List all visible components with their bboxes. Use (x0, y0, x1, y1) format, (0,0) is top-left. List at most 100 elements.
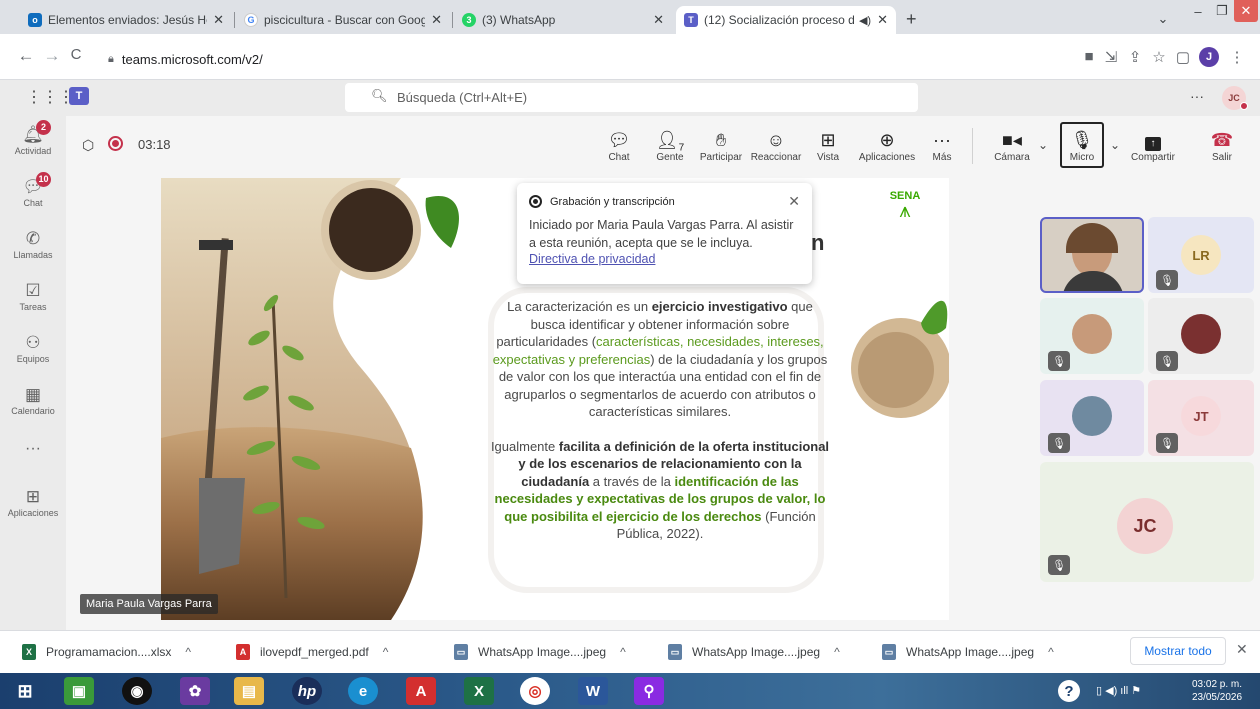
chrome-icon[interactable]: ◎ (520, 677, 550, 705)
profile-avatar[interactable]: J (1199, 47, 1219, 67)
menu-icon[interactable]: ⋮ (1226, 48, 1248, 66)
rail-calendar[interactable]: ▦ Calendario (0, 384, 66, 416)
show-all-downloads-button[interactable]: Mostrar todo (1130, 637, 1226, 665)
rail-tasks[interactable]: ☑ Tareas (0, 280, 66, 312)
search-magnifier-icon[interactable]: ⚲ (634, 677, 664, 705)
button-label: Chat (608, 152, 630, 163)
rail-label: Chat (23, 198, 43, 208)
view-button[interactable]: ⊞ Vista (812, 128, 844, 163)
search-input[interactable]: 🔍︎ Búsqueda (Ctrl+Alt+E) (345, 83, 918, 112)
participant-tile-3[interactable]: 🎙︎ (1040, 298, 1144, 374)
slide-text-segment: Igualmente (490, 438, 559, 454)
rail-label: Tareas (19, 302, 47, 312)
close-icon[interactable]: ✕ (1236, 641, 1248, 658)
reload-icon[interactable]: C (64, 46, 88, 63)
tab-teams-active[interactable]: T (12) Socialización proceso de ◀) ✕ (676, 6, 896, 34)
download-item[interactable]: A ilovepdf_merged.pdf ^ (236, 641, 388, 663)
chevron-up-icon[interactable]: ^ (620, 645, 626, 659)
share-button[interactable]: ↑ Compartir (1124, 128, 1182, 163)
teams-logo: T (69, 87, 89, 105)
acrobat-icon[interactable]: A (406, 677, 436, 705)
system-tray-icons[interactable]: ▯ ◀) ıll ⚑ (1096, 684, 1141, 697)
camera-button[interactable]: ■◂ Cámara (992, 128, 1032, 163)
rail-calls[interactable]: ✆ Llamadas (0, 228, 66, 260)
rail-teams[interactable]: ⚇ Equipos (0, 332, 66, 364)
bookmark-star-icon[interactable]: ☆ (1148, 48, 1170, 66)
edge-icon[interactable]: e (348, 677, 378, 705)
hp-icon[interactable]: hp (292, 677, 322, 705)
camera-in-use-icon[interactable]: ■ (1078, 48, 1100, 65)
recording-icon (529, 195, 542, 208)
participant-tile-jt[interactable]: JT 🎙︎ (1148, 380, 1254, 456)
app-launcher-icon[interactable]: ⋮⋮⋮ (26, 87, 74, 107)
maximize-icon[interactable]: ❐ (1210, 0, 1234, 22)
close-icon[interactable]: ✕ (213, 12, 224, 28)
meeting-timer: 03:18 (138, 137, 171, 152)
mic-options-chevron-icon[interactable]: ⌄ (1110, 138, 1120, 152)
side-panel-icon[interactable]: ▢ (1172, 48, 1194, 66)
chevron-up-icon[interactable]: ^ (834, 645, 840, 659)
install-app-icon[interactable]: ⇲ (1100, 48, 1122, 66)
participant-tile-jc[interactable]: JC 🎙︎ (1040, 462, 1254, 582)
apps-button[interactable]: ⊕ Aplicaciones (856, 128, 918, 163)
slide-paragraph-2: Igualmente facilita a definición de la o… (490, 438, 830, 543)
store-icon[interactable]: ▣ (64, 677, 94, 705)
button-label: Más (932, 152, 952, 163)
clock[interactable]: 03:02 p. m. 23/05/2026 (1184, 678, 1250, 704)
download-item[interactable]: X Programamacion....xlsx ^ (22, 641, 191, 663)
tab-google[interactable]: G piscicultura - Buscar con Google ✕ (236, 6, 450, 34)
close-icon[interactable]: ✕ (653, 12, 664, 28)
participant-tile-5[interactable]: 🎙︎ (1040, 380, 1144, 456)
leave-button[interactable]: ☎︎ Salir (1204, 128, 1240, 163)
help-icon[interactable]: ? (1058, 680, 1080, 702)
participant-tile-lr[interactable]: LR 🎙︎ (1148, 217, 1254, 293)
more-button[interactable]: ··· Más (928, 128, 956, 163)
calendar-icon: ▦ (24, 385, 42, 404)
download-filename: WhatsApp Image....jpeg (478, 645, 607, 659)
chevron-up-icon[interactable]: ^ (1048, 645, 1054, 659)
rail-apps[interactable]: ⊞ Aplicaciones (0, 486, 66, 518)
file-explorer-icon[interactable]: ▤ (234, 677, 264, 705)
rail-activity[interactable]: 🔔︎ 2 Actividad (0, 120, 66, 156)
rail-chat[interactable]: 💬︎ 10 Chat (0, 172, 66, 208)
media-player-icon[interactable]: ◉ (122, 677, 152, 705)
mic-button[interactable]: 🎙︎ Micro (1060, 122, 1104, 168)
chat-button[interactable]: 💬︎ Chat (602, 128, 636, 163)
participant-tile-video[interactable] (1040, 217, 1144, 293)
audio-playing-icon[interactable]: ◀) (859, 14, 871, 27)
close-icon[interactable]: ✕ (431, 12, 442, 28)
word-icon[interactable]: W (578, 677, 608, 705)
camera-options-chevron-icon[interactable]: ⌄ (1038, 138, 1048, 152)
windows-start-icon[interactable]: ⊞ (10, 677, 40, 705)
tab-whatsapp[interactable]: 3 (3) WhatsApp ✕ (454, 6, 672, 34)
recording-icon[interactable] (108, 136, 123, 151)
photos-icon[interactable]: ✿ (180, 677, 210, 705)
rail-more[interactable]: ··· (0, 440, 66, 458)
chevron-up-icon[interactable]: ^ (383, 645, 389, 659)
shield-icon[interactable]: ⬡ (82, 137, 94, 154)
chevron-up-icon[interactable]: ^ (185, 645, 191, 659)
close-icon[interactable]: ✕ (788, 193, 800, 210)
minimize-icon[interactable]: – (1186, 0, 1210, 22)
address-bar[interactable]: 🔒︎ teams.microsoft.com/v2/ (108, 46, 988, 72)
new-tab-button[interactable]: + (906, 9, 917, 30)
tab-search-icon[interactable]: ⌄ (1150, 8, 1176, 30)
excel-icon[interactable]: X (464, 677, 494, 705)
close-window-icon[interactable]: ✕ (1234, 0, 1258, 22)
raise-hand-button[interactable]: ✋︎ Participar (696, 128, 746, 163)
tab-outlook[interactable]: o Elementos enviados: Jesús Herna ✕ (20, 6, 232, 34)
activity-badge: 2 (36, 120, 51, 135)
download-item[interactable]: ▭ WhatsApp Image....jpeg ^ (882, 641, 1054, 663)
react-button[interactable]: ☺ Reaccionar (748, 128, 804, 163)
forward-icon[interactable]: → (40, 46, 64, 66)
download-item[interactable]: ▭ WhatsApp Image....jpeg ^ (454, 641, 626, 663)
people-button[interactable]: 👤︎7 Gente (650, 128, 690, 163)
close-icon[interactable]: ✕ (877, 12, 888, 28)
privacy-policy-link[interactable]: Directiva de privacidad (529, 252, 800, 266)
more-options-icon[interactable]: ··· (1190, 88, 1204, 104)
download-item[interactable]: ▭ WhatsApp Image....jpeg ^ (668, 641, 840, 663)
back-icon[interactable]: ← (14, 46, 38, 66)
participant-tile-4[interactable]: 🎙︎ (1148, 298, 1254, 374)
button-label: Aplicaciones (858, 152, 916, 163)
share-icon[interactable]: ⇪ (1124, 48, 1146, 66)
